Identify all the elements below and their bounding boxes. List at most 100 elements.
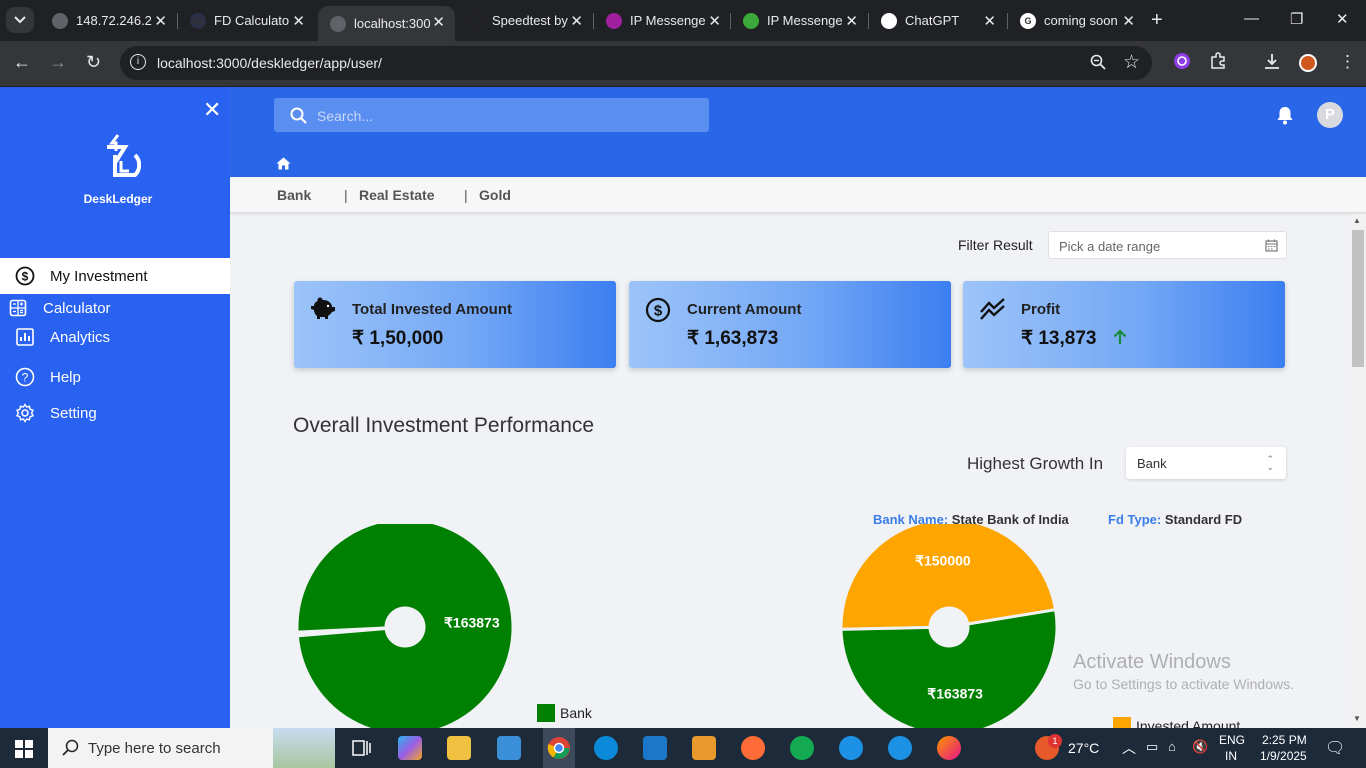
bookmark-star-icon[interactable]: ☆ <box>1123 51 1140 74</box>
chevron-up-icon[interactable]: ︿ <box>1122 738 1136 758</box>
browser-tab[interactable]: IP Messenge ✕ <box>594 0 731 41</box>
chrome-taskbar-item[interactable] <box>543 728 575 768</box>
site-info-icon[interactable]: i <box>130 54 146 70</box>
fd-type-label: Fd Type: <box>1108 512 1162 527</box>
tab-gold[interactable]: Gold <box>479 187 511 203</box>
close-icon[interactable]: ✕ <box>203 97 221 123</box>
postman-icon[interactable] <box>741 736 765 760</box>
tab-close-icon[interactable]: ✕ <box>845 12 858 30</box>
mongodb-compass-icon[interactable] <box>790 736 814 760</box>
skype-icon[interactable] <box>594 736 618 760</box>
tab-favicon-icon <box>743 12 759 29</box>
search-highlight-image[interactable] <box>273 728 335 768</box>
tab-close-icon[interactable]: ✕ <box>1122 12 1135 30</box>
main-content: Filter Result Pick a date range Total In… <box>230 214 1350 728</box>
more-menu-icon[interactable]: ⋮ <box>1339 52 1356 72</box>
extension-purple-icon[interactable] <box>1173 52 1191 75</box>
tab-title: 148.72.246.2 <box>76 13 152 28</box>
taskbar-search[interactable]: Type here to search <box>48 728 276 768</box>
legend-swatch <box>537 704 555 722</box>
tab-close-icon[interactable]: ✕ <box>432 13 445 31</box>
close-window-button[interactable]: ✕ <box>1336 10 1349 28</box>
home-icon[interactable] <box>276 157 291 175</box>
scroll-down-arrow[interactable]: ▼ <box>1353 714 1361 723</box>
legend-item[interactable]: Bank <box>537 704 592 722</box>
remote-desktop-icon[interactable] <box>497 736 521 760</box>
notification-bell-icon[interactable] <box>1276 106 1294 130</box>
browser-tab[interactable]: dp FD Calculato ✕ <box>178 0 315 41</box>
growth-select[interactable]: Bank ⌃ ⌄ <box>1126 447 1286 479</box>
piggy-bank-icon <box>310 297 336 326</box>
date-range-picker[interactable]: Pick a date range <box>1048 231 1287 259</box>
clock-time[interactable]: 2:25 PM <box>1262 733 1307 747</box>
svg-text:$: $ <box>654 303 663 320</box>
browser-tab[interactable]: IP Messenge ✕ <box>731 0 868 41</box>
tab-close-icon[interactable]: ✕ <box>292 12 305 30</box>
card-title: Total Invested Amount <box>352 301 513 318</box>
card-title: Current Amount <box>687 301 802 318</box>
language-primary[interactable]: ENG <box>1219 733 1245 747</box>
tab-real-estate[interactable]: Real Estate <box>359 187 434 203</box>
tab-search-button[interactable] <box>6 7 34 33</box>
browser-tab[interactable]: Speedtest by ✕ <box>456 0 593 41</box>
copilot-icon[interactable] <box>398 736 422 760</box>
fd-type-value: Standard FD <box>1164 512 1243 527</box>
tab-close-icon[interactable]: ✕ <box>708 12 721 30</box>
notification-center-icon[interactable]: 🗨 <box>1325 738 1345 758</box>
battery-icon[interactable]: ▭ <box>1146 739 1158 755</box>
browser-tab[interactable]: localhost:300 ✕ <box>318 6 455 41</box>
filter-label: Filter Result <box>958 237 1033 253</box>
search-input[interactable]: Search... <box>274 98 709 132</box>
search-icon <box>62 739 80 762</box>
network-icon[interactable]: ⌂ <box>1168 739 1176 754</box>
address-bar[interactable]: i localhost:3000/deskledger/app/user/ ☆ <box>120 46 1152 80</box>
legend-label: Bank <box>560 705 592 721</box>
minimize-button[interactable]: — <box>1244 10 1259 27</box>
docker-desktop-icon[interactable] <box>888 736 912 760</box>
back-button[interactable]: ← <box>13 52 31 73</box>
growth-select-value: Bank <box>1137 456 1167 471</box>
sidebar-item-setting[interactable]: Setting <box>0 395 230 431</box>
page-scrollbar[interactable]: ▲ ▼ <box>1350 214 1366 728</box>
sidebar-item-help[interactable]: ? Help <box>0 359 230 395</box>
tab-title: FD Calculato <box>214 13 290 28</box>
scroll-up-arrow[interactable]: ▲ <box>1353 216 1361 225</box>
browser-tab[interactable]: ChatGPT ✕ <box>869 0 1006 41</box>
profile-icon[interactable] <box>1298 53 1318 78</box>
firefox-icon[interactable] <box>937 736 961 760</box>
card-value: ₹ 1,63,873 <box>687 328 779 349</box>
tab-close-icon[interactable]: ✕ <box>570 12 583 30</box>
app-root: ✕ DeskLedger $ My Investment Calculator <box>0 87 1366 728</box>
extensions-puzzle-icon[interactable] <box>1209 52 1227 75</box>
zoom-icon[interactable] <box>1090 54 1106 75</box>
docker-icon[interactable] <box>839 736 863 760</box>
windows-start-icon[interactable] <box>15 740 33 763</box>
new-tab-button[interactable]: + <box>1151 9 1163 32</box>
sublime-text-icon[interactable] <box>692 736 716 760</box>
tab-bank[interactable]: Bank <box>277 187 311 203</box>
legend-item[interactable]: Invested Amount <box>1113 717 1240 728</box>
avatar[interactable]: P <box>1317 102 1343 128</box>
forward-button[interactable]: → <box>49 52 67 73</box>
browser-tab[interactable]: Gcoming soon ✕ <box>1008 0 1145 41</box>
language-region[interactable]: IN <box>1225 749 1237 763</box>
select-arrows-icon: ⌃ ⌄ <box>1266 454 1274 472</box>
file-explorer-icon[interactable] <box>447 736 471 760</box>
reload-button[interactable]: ↻ <box>86 52 101 73</box>
scrollbar-thumb[interactable] <box>1352 230 1364 367</box>
sidebar-item-analytics[interactable]: Analytics <box>0 319 230 355</box>
tab-close-icon[interactable]: ✕ <box>983 12 996 30</box>
browser-tab[interactable]: 148.72.246.2 ✕ <box>40 0 177 41</box>
clock-date[interactable]: 1/9/2025 <box>1260 749 1307 763</box>
tab-title: Speedtest by <box>492 13 568 28</box>
pie-data-label: ₹163873 <box>444 615 500 631</box>
vscode-icon[interactable] <box>643 736 667 760</box>
task-view-icon[interactable] <box>350 736 374 760</box>
tab-close-icon[interactable]: ✕ <box>154 12 167 30</box>
restore-button[interactable]: ❐ <box>1290 10 1303 28</box>
pie-slice[interactable] <box>839 607 1059 728</box>
sidebar-item-my-investment[interactable]: $ My Investment <box>0 258 230 294</box>
tab-favicon-icon <box>606 12 622 29</box>
download-icon[interactable] <box>1263 52 1281 75</box>
volume-muted-icon[interactable]: 🔇 <box>1192 739 1208 755</box>
